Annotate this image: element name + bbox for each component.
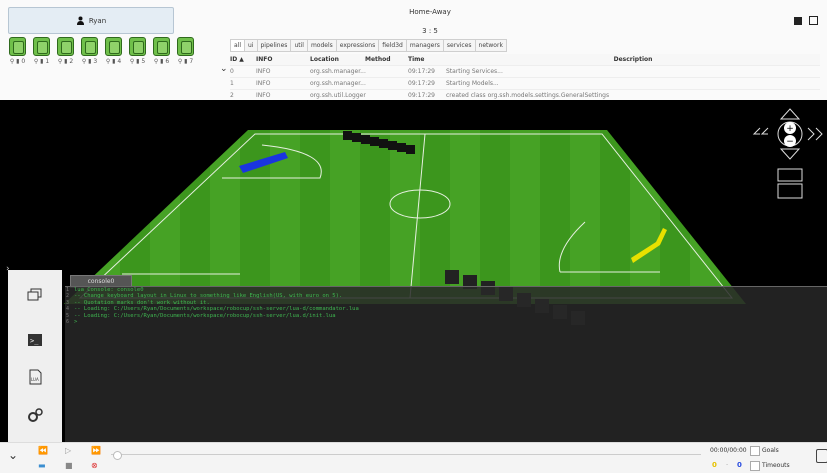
settings-gears-icon[interactable] [8,400,62,430]
play-icon[interactable]: ▷ [65,446,71,455]
match-score: 3 : 5 [422,27,438,35]
col-info[interactable]: INFO [250,54,310,65]
robot-label: ⚲ ▮ 6 [153,58,170,65]
yellow-score: 0 [712,461,717,469]
svg-text:+: + [786,124,794,134]
record-icon[interactable]: ▬ [38,461,46,470]
windows-icon[interactable] [8,280,62,310]
tab-field3d[interactable]: field3d [378,39,407,52]
timeline-track[interactable] [111,454,701,459]
tab-models[interactable]: models [306,39,337,52]
tab-services[interactable]: services [442,39,476,52]
timeouts-checkbox[interactable] [750,461,760,471]
col-time[interactable]: Time [408,54,446,65]
maximize-icon[interactable] [809,16,818,25]
fast-forward-icon[interactable]: ⏩ [91,446,101,455]
console-icon[interactable]: >_ [8,325,62,355]
window-toggle-icon[interactable] [794,17,802,25]
user-label: Ryan [88,16,107,25]
console-line-numbers: 123456 [66,287,70,326]
robot-label: ⚲ ▮ 5 [129,58,146,65]
robot-label: ⚲ ▮ 7 [177,58,194,65]
robot-label: ⚲ ▮ 2 [57,58,74,65]
svg-text:>_: >_ [30,337,39,345]
timeouts-label: Timeouts [762,462,790,469]
log-table: ID ▲ INFO Location Method Time Descripti… [230,54,820,102]
table-header: ID ▲ INFO Location Method Time Descripti… [230,54,820,66]
svg-text:LUA: LUA [31,377,39,382]
col-id[interactable]: ID ▲ [230,54,250,65]
detach-window-icon[interactable] [816,449,827,463]
lua-file-icon[interactable]: LUA [8,362,62,392]
robot-icon[interactable] [57,37,74,56]
chevron-down-icon[interactable]: ⌄ [8,448,18,462]
tab-network[interactable]: network [474,39,507,52]
blue-score: 0 [737,461,742,469]
tab-pipelines[interactable]: pipelines [256,39,292,52]
rewind-icon[interactable]: ⏪ [38,446,48,455]
person-icon [76,16,85,25]
chevron-down-icon[interactable]: ⌄ [220,64,228,74]
camera-nav-controls[interactable]: + − [752,104,824,204]
left-sidebar: >_ LUA [8,270,62,442]
log-tabs: all ui pipelines util models expressions… [230,39,507,52]
time-readout: 00:00/00:00 [710,447,747,454]
robot-icon[interactable] [105,37,122,56]
table-row[interactable]: 1 INFO org.ssh.manager... 09:17:29 Starting … [230,78,820,90]
svg-text:−: − [786,137,794,147]
console-output[interactable]: lua Console: console0 -- Change keyboard … [74,287,359,325]
robot-label: ⚲ ▮ 3 [81,58,98,65]
user-button[interactable]: Ryan [8,7,174,34]
robot-label: ⚲ ▮ 4 [105,58,122,65]
goals-checkbox[interactable] [750,446,760,456]
robot-icon[interactable] [33,37,50,56]
score-separator: - [726,461,729,468]
robot-label: ⚲ ▮ 0 [9,58,26,65]
tab-all[interactable]: all [230,39,246,52]
cancel-icon[interactable]: ⊗ [91,461,98,470]
tab-ui[interactable]: ui [244,39,258,52]
match-title: Home-Away [409,8,451,16]
robot-icon[interactable] [153,37,170,56]
robot-icon[interactable] [9,37,26,56]
tab-managers[interactable]: managers [405,39,444,52]
robot-icon[interactable] [177,37,194,56]
arrow-up-icon [779,108,801,120]
stop-icon[interactable]: ■ [65,461,73,470]
table-row[interactable]: 0 INFO org.ssh.manager... 09:17:29 Starting … [230,66,820,78]
col-description[interactable]: Description [446,54,820,65]
col-location[interactable]: Location [310,54,365,65]
robot-label: ⚲ ▮ 1 [33,58,50,65]
tab-expressions[interactable]: expressions [335,39,380,52]
robot-icon[interactable] [129,37,146,56]
goals-label: Goals [762,447,779,454]
timeline-slider[interactable] [113,451,122,460]
col-method[interactable]: Method [365,54,408,65]
robot-icon[interactable] [81,37,98,56]
tab-util[interactable]: util [290,39,308,52]
